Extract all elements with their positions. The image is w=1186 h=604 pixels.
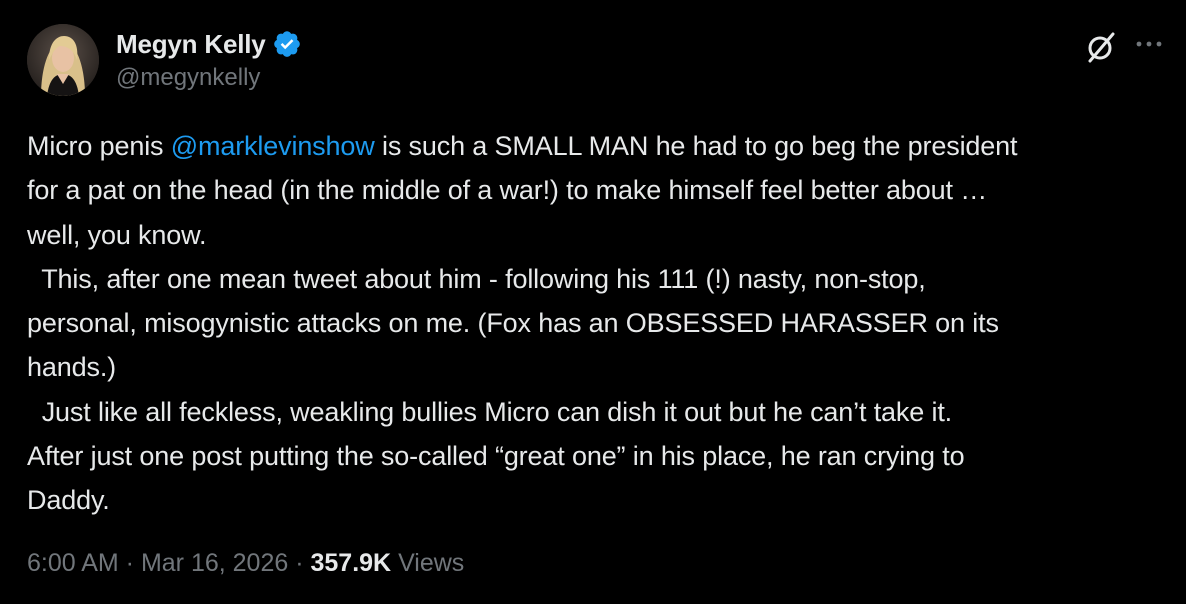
tweet-text-line: Just like all feckless, weakling bullies…	[27, 390, 1167, 434]
tweet-text-line: well, you know.	[27, 213, 1167, 257]
author-name-row: Megyn Kelly	[116, 28, 302, 60]
tweet-text-line: Daddy.	[27, 478, 1167, 522]
avatar-image	[27, 24, 99, 96]
views-count[interactable]: 357.9K	[311, 549, 392, 577]
author-handle[interactable]: @megynkelly	[116, 64, 260, 92]
tweet-date[interactable]: Mar 16, 2026	[141, 549, 288, 577]
tweet-text-line: After just one post putting the so-calle…	[27, 434, 1167, 478]
meta-separator: ·	[288, 549, 311, 577]
tweet-text-segment: for a pat on the head (in the middle of …	[27, 175, 988, 206]
tweet-meta: 6:00 AM · Mar 16, 2026 · 357.9K Views	[27, 549, 464, 578]
tweet-text-line: for a pat on the head (in the middle of …	[27, 168, 1167, 212]
tweet-text-line: hands.)	[27, 345, 1167, 389]
tweet-text-line: This, after one mean tweet about him - f…	[27, 257, 1167, 301]
tweet-text-segment: is such a SMALL MAN he had to go beg the…	[374, 131, 1018, 161]
meta-separator: ·	[118, 549, 141, 577]
grok-icon[interactable]	[1083, 29, 1119, 65]
views-label: Views	[391, 549, 465, 577]
mention-link[interactable]: @marklevinshow	[171, 131, 375, 161]
tweet-text-segment: Daddy.	[27, 485, 110, 516]
tweet-card: Megyn Kelly @megynkelly Micro penis @mar…	[0, 0, 1186, 604]
tweet-text: Micro penis @marklevinshow is such a SMA…	[27, 124, 1167, 523]
tweet-text-segment: Micro penis	[27, 131, 171, 161]
avatar[interactable]	[27, 24, 99, 96]
tweet-text-segment: well, you know.	[27, 219, 207, 250]
verified-badge-icon	[272, 29, 302, 59]
tweet-text-segment: Just like all feckless, weakling bullies…	[27, 396, 953, 427]
tweet-time[interactable]: 6:00 AM	[27, 549, 119, 577]
tweet-text-segment: hands.)	[27, 352, 117, 383]
tweet-text-segment: This, after one mean tweet about him - f…	[27, 263, 926, 294]
tweet-text-segment: personal, misogynistic attacks on me. (F…	[27, 308, 999, 339]
more-horizontal-icon[interactable]	[1134, 34, 1164, 54]
author-display-name[interactable]: Megyn Kelly	[116, 29, 266, 60]
tweet-text-line: Micro penis @marklevinshow is such a SMA…	[27, 124, 1167, 168]
tweet-text-line: personal, misogynistic attacks on me. (F…	[27, 301, 1167, 345]
tweet-text-segment: After just one post putting the so-calle…	[27, 441, 965, 472]
